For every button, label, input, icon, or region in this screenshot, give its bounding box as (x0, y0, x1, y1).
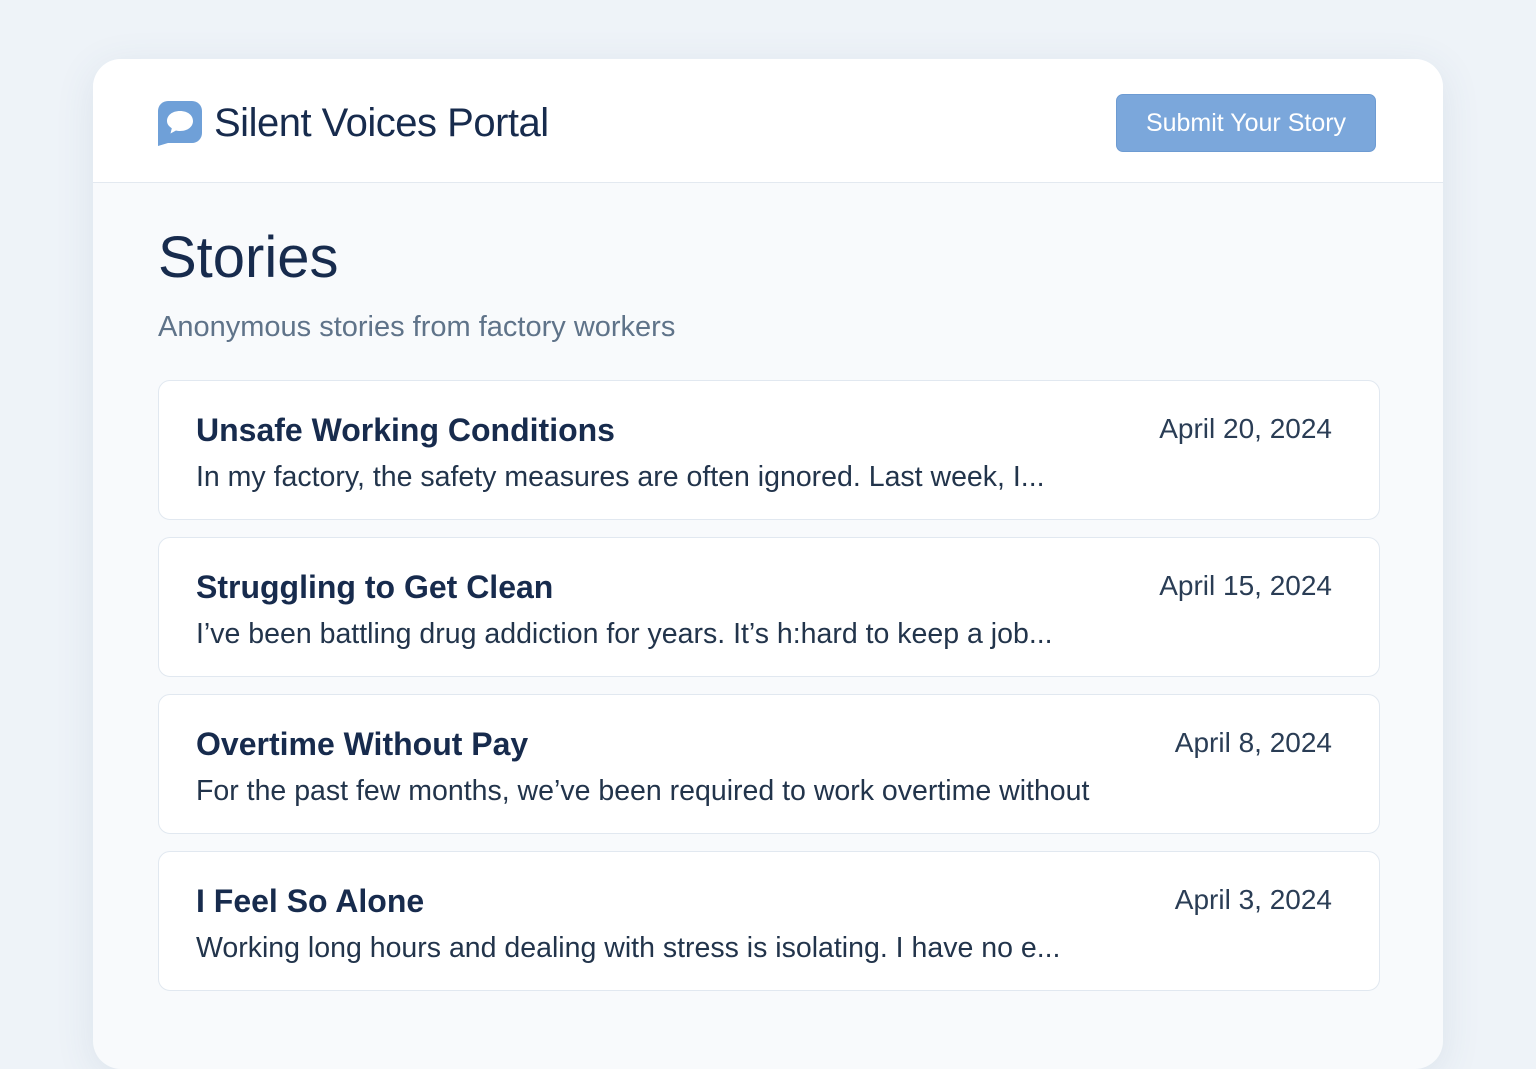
story-excerpt: I’ve been battling drug addiction for ye… (196, 618, 1053, 650)
brand[interactable]: Silent Voices Portal (156, 99, 549, 147)
top-bar: Silent Voices Portal Submit Your Story (93, 59, 1443, 183)
story-date: April 8, 2024 (1174, 727, 1332, 758)
story-list: Unsafe Working Conditions April 20, 2024… (158, 380, 1380, 991)
page-title: Stories (158, 225, 339, 290)
app-title: Silent Voices Portal (214, 100, 549, 145)
page-subtitle: Anonymous stories from factory workers (158, 311, 676, 343)
story-title: Struggling to Get Clean (196, 569, 554, 605)
main-content: Stories Anonymous stories from factory w… (158, 219, 1380, 1008)
story-date: April 3, 2024 (1174, 884, 1332, 915)
story-excerpt: Working long hours and dealing with stre… (196, 932, 1061, 964)
story-card[interactable]: Struggling to Get Clean April 15, 2024 I… (158, 537, 1380, 677)
story-card[interactable]: I Feel So Alone April 3, 2024 Working lo… (158, 851, 1380, 991)
story-excerpt: For the past few months, we’ve been requ… (196, 775, 1090, 807)
story-date: April 15, 2024 (1159, 570, 1332, 601)
story-title: Overtime Without Pay (196, 726, 529, 762)
story-title: I Feel So Alone (196, 883, 425, 919)
submit-story-button[interactable]: Submit Your Story (1116, 94, 1376, 152)
story-card[interactable]: Overtime Without Pay April 8, 2024 For t… (158, 694, 1380, 834)
story-title: Unsafe Working Conditions (196, 412, 615, 448)
app-window: Silent Voices Portal Submit Your Story S… (93, 59, 1443, 1069)
story-excerpt: In my factory, the safety measures are o… (196, 461, 1045, 493)
speech-bubble-icon (158, 101, 202, 146)
story-date: April 20, 2024 (1159, 413, 1332, 444)
story-card[interactable]: Unsafe Working Conditions April 20, 2024… (158, 380, 1380, 520)
